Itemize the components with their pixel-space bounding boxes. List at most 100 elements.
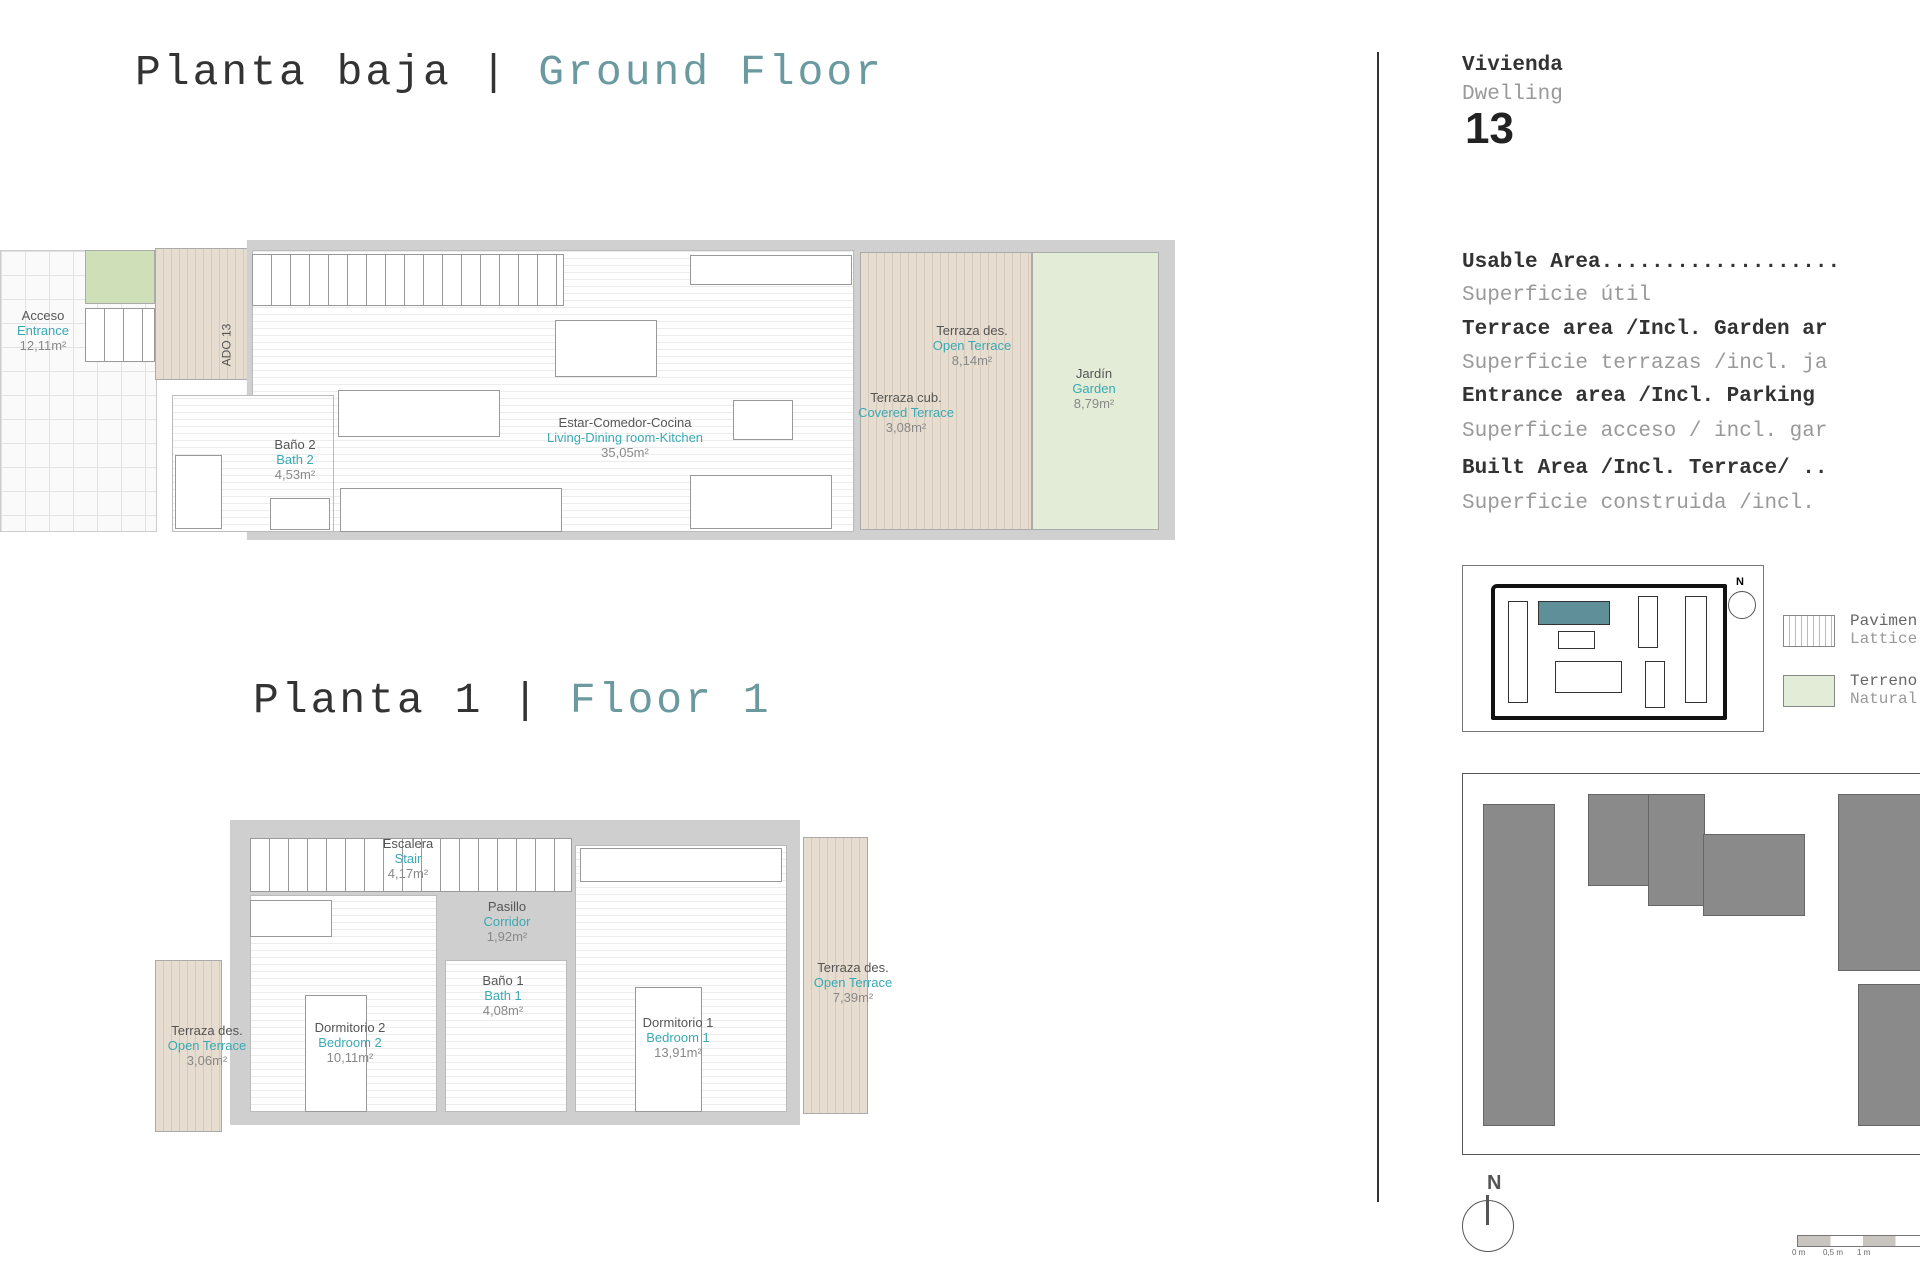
site-detail-map — [1462, 773, 1920, 1155]
title-es: Planta baja — [135, 48, 452, 97]
north-label: N — [1487, 1172, 1502, 1194]
room-garden: Jardín Garden 8,79m² — [1072, 366, 1115, 411]
legend-label-en: Natural — [1850, 690, 1918, 708]
legend-natural: Terreno Natural — [1850, 672, 1917, 708]
building-block — [1648, 794, 1705, 906]
room-bedroom-1: Dormitorio 1 Bedroom 1 13,91m² — [643, 1015, 714, 1060]
title-en: Floor 1 — [569, 676, 772, 725]
natural-ground-swatch — [1783, 675, 1835, 707]
room-area: 7,39m² — [832, 990, 874, 1005]
north-arrow-icon — [1462, 1195, 1514, 1252]
wardrobe-1 — [580, 848, 782, 882]
north-arrow-small-icon — [1728, 591, 1756, 619]
room-area: 4,53m² — [274, 467, 316, 482]
room-bath-1: Baño 1 Bath 1 4,08m² — [482, 973, 523, 1018]
legend-label-es: Terreno — [1850, 672, 1918, 690]
room-name-es: Pasillo — [487, 899, 527, 914]
terrace-area-label: Terrace area /Incl. Garden ar — [1462, 318, 1828, 341]
room-corridor: Pasillo Corridor 1,92m² — [484, 899, 531, 944]
counter — [690, 255, 852, 285]
wardrobe-2 — [250, 900, 332, 937]
ground-floor-plan: ADO 13 — [0, 240, 1180, 540]
building-block — [1858, 984, 1920, 1126]
scale-bar — [1797, 1235, 1920, 1247]
dwelling-number: 13 — [1465, 104, 1514, 153]
room-name-en: Bedroom 2 — [318, 1035, 382, 1050]
room-name-en: Open Terrace — [932, 338, 1012, 353]
title-separator: | — [480, 48, 510, 97]
room-area: 12,11m² — [19, 338, 67, 353]
cabinet — [340, 488, 562, 532]
room-name-es: Acceso — [21, 308, 65, 323]
title-en: Ground Floor — [538, 48, 884, 97]
room-left-terrace: Terraza des. Open Terrace 3,06m² — [168, 1023, 247, 1068]
terrace-area-label-es: Superficie terrazas /incl. ja — [1462, 352, 1828, 375]
site-plan: N — [1462, 565, 1764, 732]
scale-label: 0 m — [1792, 1248, 1806, 1257]
building-block — [1645, 661, 1665, 708]
room-bedroom-2: Dormitorio 2 Bedroom 2 10,11m² — [315, 1020, 386, 1065]
room-area: 1,92m² — [486, 929, 528, 944]
building-block — [1483, 804, 1555, 1126]
room-living: Estar-Comedor-Cocina Living-Dining room-K… — [547, 415, 703, 460]
room-area: 35,05m² — [601, 445, 649, 460]
scale-label: 1 m — [1857, 1248, 1871, 1257]
stair — [252, 254, 564, 306]
usable-area-label-es: Superficie útil — [1462, 284, 1652, 307]
room-name-en: Entrance — [16, 323, 70, 338]
island — [733, 400, 793, 440]
highlighted-block — [1538, 601, 1610, 625]
building-block — [1703, 834, 1805, 916]
title-separator: | — [512, 676, 542, 725]
room-name-en: Covered Terrace — [858, 405, 954, 420]
room-name-en: Bedroom 1 — [646, 1030, 710, 1045]
entrance-steps — [85, 308, 155, 362]
building-block — [1838, 794, 1920, 971]
dining-table — [555, 320, 657, 377]
dwelling-label-en: Dwelling — [1462, 83, 1563, 106]
room-name-es: Baño 2 — [274, 437, 316, 452]
scale-label: 0,5 m — [1823, 1248, 1844, 1257]
door-label: ADO 13 — [219, 323, 234, 367]
usable-area-label: Usable Area................... — [1462, 251, 1841, 274]
north-label-small: N — [1736, 576, 1744, 588]
room-name-es: Jardín — [1075, 366, 1113, 381]
room-name-es: Terraza des. — [936, 323, 1008, 338]
built-area-label-es: Superficie construida /incl. — [1462, 492, 1815, 515]
building-block — [1685, 596, 1707, 703]
room-area: 10,11m² — [326, 1050, 374, 1065]
shower — [175, 455, 222, 529]
room-entrance: Acceso Entrance 12,11m² — [17, 308, 69, 353]
room-name-es: Baño 1 — [482, 973, 524, 988]
room-name-es: Terraza cub. — [870, 390, 942, 405]
entrance-area-label: Entrance area /Incl. Parking — [1462, 385, 1815, 408]
title-es: Planta 1 — [253, 676, 484, 725]
room-name-en: Stair — [394, 851, 422, 866]
room-area: 8,14m² — [951, 353, 993, 368]
room-open-terrace: Terraza des. Open Terrace 8,14m² — [933, 323, 1012, 368]
building-block — [1555, 661, 1622, 693]
room-name-es: Terraza des. — [171, 1023, 243, 1038]
ground-floor-title: Planta baja | Ground Floor — [135, 48, 884, 97]
room-name-en: Open Terrace — [167, 1038, 247, 1053]
room-name-es: Escalera — [382, 836, 434, 851]
dwelling-label-es: Vivienda — [1462, 54, 1563, 77]
entrance-area-label-es: Superficie acceso / incl. gar — [1462, 420, 1828, 443]
room-area: 4,08m² — [482, 1003, 524, 1018]
floor-1-plan — [155, 820, 915, 1135]
legend-label-en: Lattice — [1850, 630, 1918, 648]
room-name-es: Terraza des. — [817, 960, 889, 975]
room-area: 3,06m² — [186, 1053, 228, 1068]
room-name-en: Open Terrace — [813, 975, 893, 990]
planter — [85, 250, 155, 304]
kitchen-unit — [338, 390, 500, 437]
vertical-divider — [1377, 52, 1379, 1202]
room-area: 4,17m² — [387, 866, 429, 881]
room-bath-2: Baño 2 Bath 2 4,53m² — [274, 437, 315, 482]
room-covered-terrace: Terraza cub. Covered Terrace 3,08m² — [858, 390, 954, 435]
room-area: 13,91m² — [654, 1045, 702, 1060]
room-name-es: Dormitorio 1 — [642, 1015, 714, 1030]
built-area-label: Built Area /Incl. Terrace/ .. — [1462, 457, 1828, 480]
room-name-es: Estar-Comedor-Cocina — [558, 415, 692, 430]
floor-1-title: Planta 1 | Floor 1 — [253, 676, 772, 725]
